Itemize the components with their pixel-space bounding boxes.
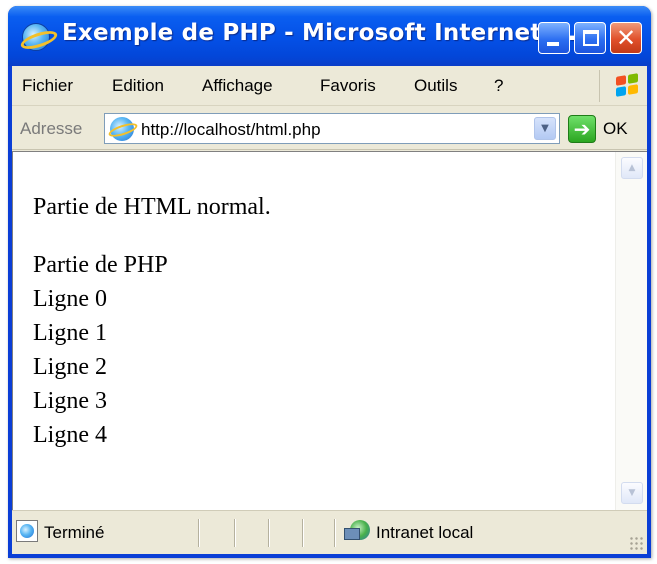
scroll-down-icon[interactable]: ▼ (621, 482, 643, 504)
menu-outils[interactable]: Outils (414, 76, 457, 96)
status-divider (268, 519, 270, 547)
intranet-zone-icon (344, 518, 370, 542)
menu-favoris[interactable]: Favoris (320, 76, 376, 96)
page-body: Partie de HTML normal. Partie de PHP Lig… (33, 190, 271, 452)
status-divider (302, 519, 304, 547)
chevron-down-icon[interactable]: ▼ (534, 117, 556, 140)
internet-explorer-icon[interactable] (22, 23, 50, 51)
php-heading: Partie de PHP (33, 252, 168, 278)
window-frame: Fichier Edition Affichage Favoris Outils… (12, 66, 647, 554)
address-url[interactable]: http://localhost/html.php (141, 120, 321, 140)
status-divider (334, 519, 336, 547)
list-item: Ligne 2 (33, 354, 107, 380)
address-bar: Adresse http://localhost/html.php ▼ ➔ OK (12, 107, 647, 150)
close-icon: ✕ (615, 24, 637, 52)
address-input[interactable]: http://localhost/html.php ▼ (104, 113, 560, 144)
page-icon (110, 117, 134, 141)
address-label: Adresse (20, 119, 83, 138)
go-arrow-icon[interactable]: ➔ (568, 115, 596, 143)
list-item: Ligne 3 (33, 388, 107, 414)
menu-help[interactable]: ? (494, 76, 503, 96)
list-item: Ligne 0 (33, 286, 107, 312)
maximize-icon (583, 30, 599, 46)
close-button[interactable]: ✕ (610, 22, 642, 54)
resize-grip-icon[interactable] (629, 536, 643, 550)
status-text: Terminé (44, 523, 105, 542)
browser-window: Exemple de PHP - Microsoft Internet ... … (8, 6, 651, 558)
status-divider (198, 519, 200, 547)
window-title: Exemple de PHP - Microsoft Internet ... (62, 20, 577, 46)
vertical-scrollbar[interactable]: ▲ ▼ (615, 152, 647, 511)
list-item: Ligne 1 (33, 320, 107, 346)
html-paragraph: Partie de HTML normal. (33, 194, 271, 220)
scroll-up-icon[interactable]: ▲ (621, 157, 643, 179)
go-button[interactable]: OK (603, 119, 628, 139)
page-content: Partie de HTML normal. Partie de PHP Lig… (12, 151, 647, 511)
maximize-button[interactable] (574, 22, 606, 54)
windows-logo-icon (599, 70, 643, 102)
menu-bar: Fichier Edition Affichage Favoris Outils… (12, 66, 647, 106)
list-item: Ligne 4 (33, 422, 107, 448)
security-zone: Intranet local (376, 523, 474, 542)
minimize-button[interactable] (538, 22, 570, 54)
menu-edition[interactable]: Edition (112, 76, 164, 96)
minimize-icon (547, 42, 559, 46)
status-bar: Terminé Intranet local (12, 510, 647, 554)
menu-fichier[interactable]: Fichier (22, 76, 73, 96)
status-divider (234, 519, 236, 547)
menu-affichage[interactable]: Affichage (202, 76, 273, 96)
page-done-icon (16, 520, 38, 542)
title-bar[interactable]: Exemple de PHP - Microsoft Internet ... … (8, 6, 651, 66)
